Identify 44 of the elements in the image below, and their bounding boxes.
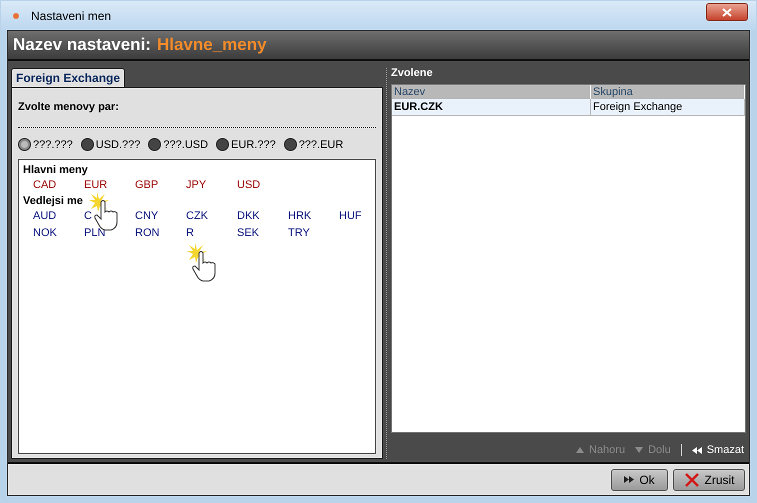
close-icon	[684, 472, 700, 488]
currency-link[interactable]: R	[186, 225, 194, 242]
tab[interactable]: Foreign Exchange	[11, 68, 126, 87]
currency-link[interactable]: CNY	[135, 208, 158, 225]
up-triangle-icon	[576, 447, 584, 453]
pair-radio[interactable]: USD.???	[80, 136, 140, 153]
currency-link[interactable]: AUD	[33, 208, 56, 225]
app-icon	[13, 12, 19, 18]
currency-link[interactable]: C	[84, 208, 92, 225]
currency-link[interactable]: TRY	[288, 225, 310, 242]
currency-link[interactable]: SEK	[237, 225, 260, 242]
prompt-label: Zvolte menovy par:	[18, 100, 120, 115]
close-button[interactable]	[706, 3, 748, 21]
down-triangle-icon	[635, 447, 644, 453]
currency-link[interactable]: HUF	[339, 208, 362, 225]
pair-radio[interactable]: ???.USD	[148, 136, 208, 153]
double-right-arrow-icon	[624, 476, 634, 483]
currency-link[interactable]: CZK	[186, 208, 208, 225]
table-cell: Foreign Exchange	[591, 99, 745, 115]
currency-link[interactable]: GBP	[135, 177, 158, 194]
double-left-arrow-icon	[692, 446, 702, 454]
currency-link[interactable]: CAD	[33, 177, 56, 194]
currency-link[interactable]: DKK	[237, 208, 260, 225]
currency-link[interactable]: HRK	[288, 208, 312, 225]
pair-radio[interactable]: ???.EUR	[284, 136, 344, 153]
close-icon	[722, 8, 732, 16]
currency-link[interactable]: NOK	[33, 225, 57, 242]
currency-link[interactable]: EUR	[84, 177, 108, 194]
dialog-button[interactable]: Zrusit	[673, 468, 745, 490]
list-action-button[interactable]: Smazat	[692, 442, 744, 458]
group-heading: Hlavni meny	[23, 163, 89, 177]
currency-link[interactable]: JPY	[186, 177, 206, 194]
pair-radio[interactable]: EUR.???	[216, 136, 276, 153]
table-cell: EUR.CZK	[392, 99, 591, 115]
settings-name-label: Nazev nastaveni:	[13, 34, 151, 56]
window-title: Nastaveni men	[31, 8, 112, 24]
table-row[interactable]: EUR.CZK Foreign Exchange	[392, 99, 745, 116]
currency-link[interactable]: RON	[135, 225, 160, 242]
dialog-button[interactable]: Ok	[611, 468, 668, 490]
group-heading: Vedlejsi me	[23, 194, 84, 208]
currency-link[interactable]: USD	[237, 177, 260, 194]
panel-title: Zvolene	[391, 66, 434, 80]
settings-name-value: Hlavne_meny	[156, 34, 267, 56]
pair-radio[interactable]: ???.???	[18, 136, 73, 153]
